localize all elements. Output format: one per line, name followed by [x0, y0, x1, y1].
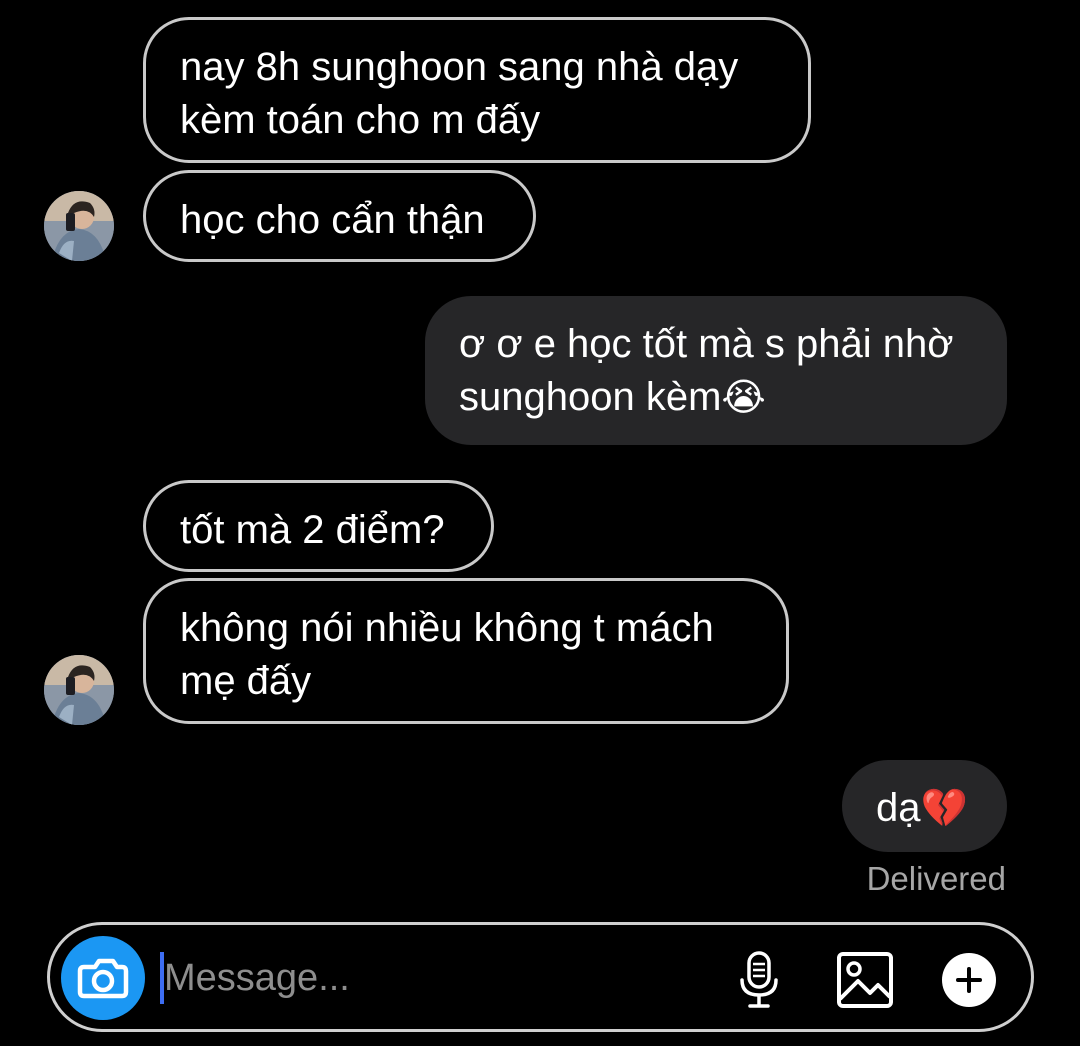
message-input[interactable] [164, 951, 704, 1005]
more-options-button[interactable] [936, 947, 1002, 1013]
message-text-line: học cho cẩn thận [180, 198, 485, 242]
message-text-line: mẹ đấy [180, 659, 312, 703]
message-text-line: dạ💔 [876, 786, 968, 830]
crying-face-emoji: 😭 [721, 375, 766, 419]
voice-message-button[interactable] [726, 947, 792, 1013]
camera-icon [77, 958, 129, 999]
message-text-line: nay 8h sunghoon sang nhà dạy [180, 45, 739, 89]
message-composer [47, 922, 1034, 1032]
broken-heart-emoji: 💔 [920, 786, 968, 830]
plus-icon [942, 953, 996, 1007]
message-text-line: kèm toán cho m đấy [180, 98, 541, 142]
microphone-icon [740, 951, 778, 1008]
sender-avatar[interactable] [44, 655, 114, 725]
delivery-status: Delivered [866, 860, 1006, 897]
outgoing-message-bubble[interactable]: ơ ơ e học tốt mà s phải nhờ sunghoon kèm… [425, 296, 1007, 445]
message-text-line: sunghoon kèm😭 [459, 375, 766, 419]
image-icon [837, 952, 893, 1008]
incoming-message-bubble[interactable]: học cho cẩn thận [143, 170, 536, 262]
message-text-line: ơ ơ e học tốt mà s phải nhờ [459, 322, 954, 366]
gallery-button[interactable] [832, 947, 898, 1013]
incoming-message-bubble[interactable]: nay 8h sunghoon sang nhà dạy kèm toán ch… [143, 17, 811, 163]
incoming-message-bubble[interactable]: tốt mà 2 điểm? [143, 480, 494, 572]
incoming-message-bubble[interactable]: không nói nhiều không t mách mẹ đấy [143, 578, 789, 724]
sender-avatar[interactable] [44, 191, 114, 261]
outgoing-message-bubble[interactable]: dạ💔 [842, 760, 1007, 852]
camera-button[interactable] [61, 936, 145, 1020]
message-text-line: tốt mà 2 điểm? [180, 508, 445, 552]
message-text-line: không nói nhiều không t mách [180, 606, 714, 650]
